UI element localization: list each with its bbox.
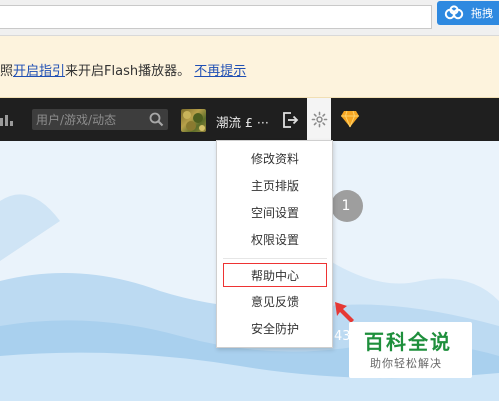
menu-item-space-settings[interactable]: 空间设置 [223, 201, 327, 225]
settings-dropdown-menu: 修改资料 主页排版 空间设置 权限设置 帮助中心 意见反馈 安全防护 [216, 140, 333, 348]
menu-item-homepage-layout[interactable]: 主页排版 [223, 174, 327, 198]
cloud-icon [443, 4, 465, 22]
address-bar[interactable] [0, 5, 432, 29]
red-arrow-icon [335, 302, 354, 323]
menu-divider [223, 258, 327, 259]
avatar[interactable] [181, 109, 206, 132]
open-guide-link[interactable]: 开启指引 [13, 64, 65, 79]
menu-item-feedback[interactable]: 意见反馈 [223, 290, 327, 314]
gear-icon[interactable] [311, 111, 328, 128]
notification-badge: 1 [331, 190, 363, 222]
diamond-icon[interactable] [340, 110, 360, 128]
search-icon[interactable] [149, 112, 164, 127]
search-input[interactable] [36, 110, 144, 129]
watermark-subtitle: 助你轻松解决 [370, 357, 442, 370]
notice-prefix: 照 [0, 64, 14, 79]
menu-item-help-center[interactable]: 帮助中心 [223, 263, 327, 287]
menu-item-security[interactable]: 安全防护 [223, 317, 327, 341]
menu-item-edit-profile[interactable]: 修改资料 [223, 147, 327, 171]
extension-label: 拖拽 [471, 7, 493, 20]
bar-chart-icon[interactable] [0, 112, 14, 126]
search-box[interactable] [32, 109, 168, 130]
logout-icon[interactable] [281, 111, 299, 129]
browser-toolbar: 拖拽 [0, 0, 499, 36]
dont-show-again-link[interactable]: 不再提示 [194, 64, 246, 79]
menu-item-permission-settings[interactable]: 权限设置 [223, 228, 327, 252]
extension-button[interactable]: 拖拽 [437, 1, 499, 25]
notice-middle: 来开启Flash播放器。 [65, 64, 191, 79]
username[interactable]: 潮流 £ ··· [216, 112, 269, 131]
watermark-title: 百科全说 [364, 330, 452, 354]
flash-notice-text: 照开启指引来开启Flash播放器。 不再提示 [0, 60, 246, 79]
flash-notice-bar: 照开启指引来开启Flash播放器。 不再提示 [0, 36, 499, 98]
